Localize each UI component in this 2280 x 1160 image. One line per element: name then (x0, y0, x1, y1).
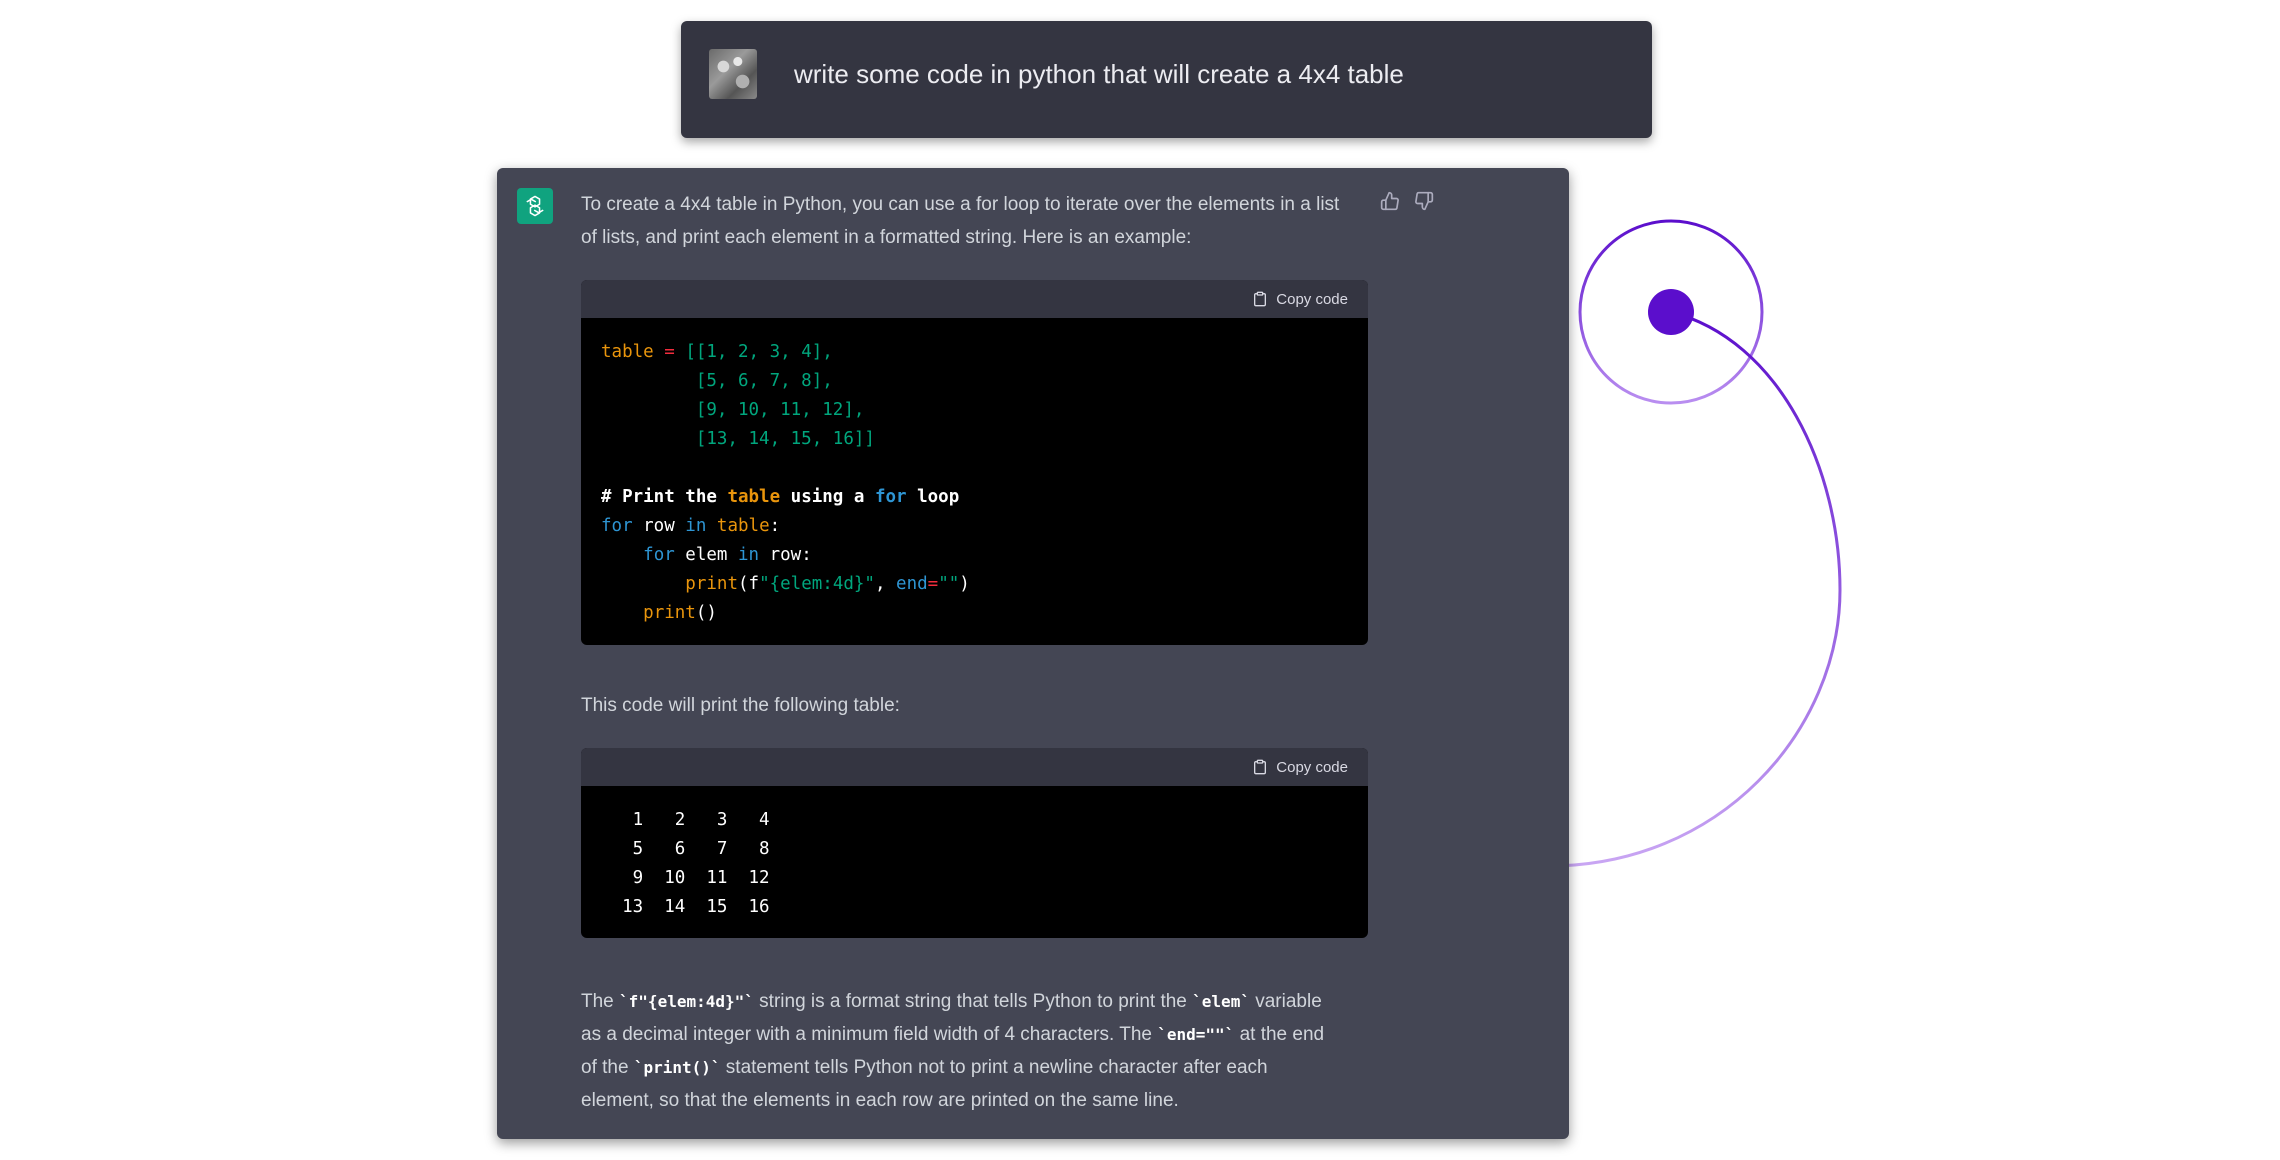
user-avatar (709, 49, 757, 99)
thumbs-up-icon[interactable] (1377, 188, 1403, 214)
python-code: table = [[1, 2, 3, 4], [5, 6, 7, 8], [9,… (601, 342, 970, 623)
outro-text: The (581, 991, 620, 1012)
user-message-text: write some code in python that will crea… (794, 59, 1404, 89)
outro-text: element, so that the elements in each ro… (581, 1090, 1179, 1111)
output-row: 9 10 11 12 (601, 868, 770, 888)
user-message: write some code in python that will crea… (681, 21, 1652, 138)
inline-code: `elem` (1192, 992, 1250, 1011)
clipboard-icon (1254, 759, 1267, 775)
outro-text: variable (1249, 991, 1322, 1012)
clipboard-icon (1254, 291, 1267, 307)
outro-text: of the (581, 1057, 634, 1078)
outro-text: statement tells Python not to print a ne… (720, 1057, 1268, 1078)
intro-line-2: of lists, and print each element in a fo… (581, 227, 1192, 248)
inline-code: `f"{elem:4d}"` (619, 992, 754, 1011)
output-row: 13 14 15 16 (601, 897, 770, 917)
assistant-middle-text: This code will print the following table… (581, 695, 900, 716)
output-row: 5 6 7 8 (601, 839, 770, 859)
outro-text: string is a format string that tells Pyt… (753, 991, 1193, 1012)
copy-code-label: Copy code (1276, 758, 1348, 776)
outro-text: as a decimal integer with a minimum fiel… (581, 1024, 1158, 1045)
code-block-python: Copy code table = [[1, 2, 3, 4], [5, 6, … (581, 280, 1368, 645)
openai-logo-icon (517, 188, 553, 224)
inline-code: `end=""` (1157, 1025, 1235, 1044)
code-block-header: Copy code (581, 280, 1368, 318)
code-block-output: Copy code 1 2 3 4 5 6 7 8 9 10 11 12 13 … (581, 748, 1368, 938)
assistant-message: To create a 4x4 table in Python, you can… (497, 168, 1569, 1139)
copy-code-label: Copy code (1276, 290, 1348, 308)
outro-text: at the end (1234, 1024, 1325, 1045)
thumbs-down-icon[interactable] (1411, 188, 1437, 214)
copy-code-button[interactable]: Copy code (1252, 291, 1348, 308)
copy-code-button[interactable]: Copy code (1252, 759, 1348, 776)
inline-code: `print()` (633, 1058, 721, 1077)
assistant-outro: The `f"{elem:4d}"` string is a format st… (581, 985, 1324, 1117)
code-block-header: Copy code (581, 748, 1368, 786)
callout-dot (1648, 289, 1694, 335)
output-row: 1 2 3 4 (601, 810, 770, 830)
assistant-intro: To create a 4x4 table in Python, you can… (581, 188, 1339, 254)
table-output: 1 2 3 4 5 6 7 8 9 10 11 12 13 14 15 16 (581, 786, 1368, 938)
intro-line-1: To create a 4x4 table in Python, you can… (581, 194, 1340, 215)
